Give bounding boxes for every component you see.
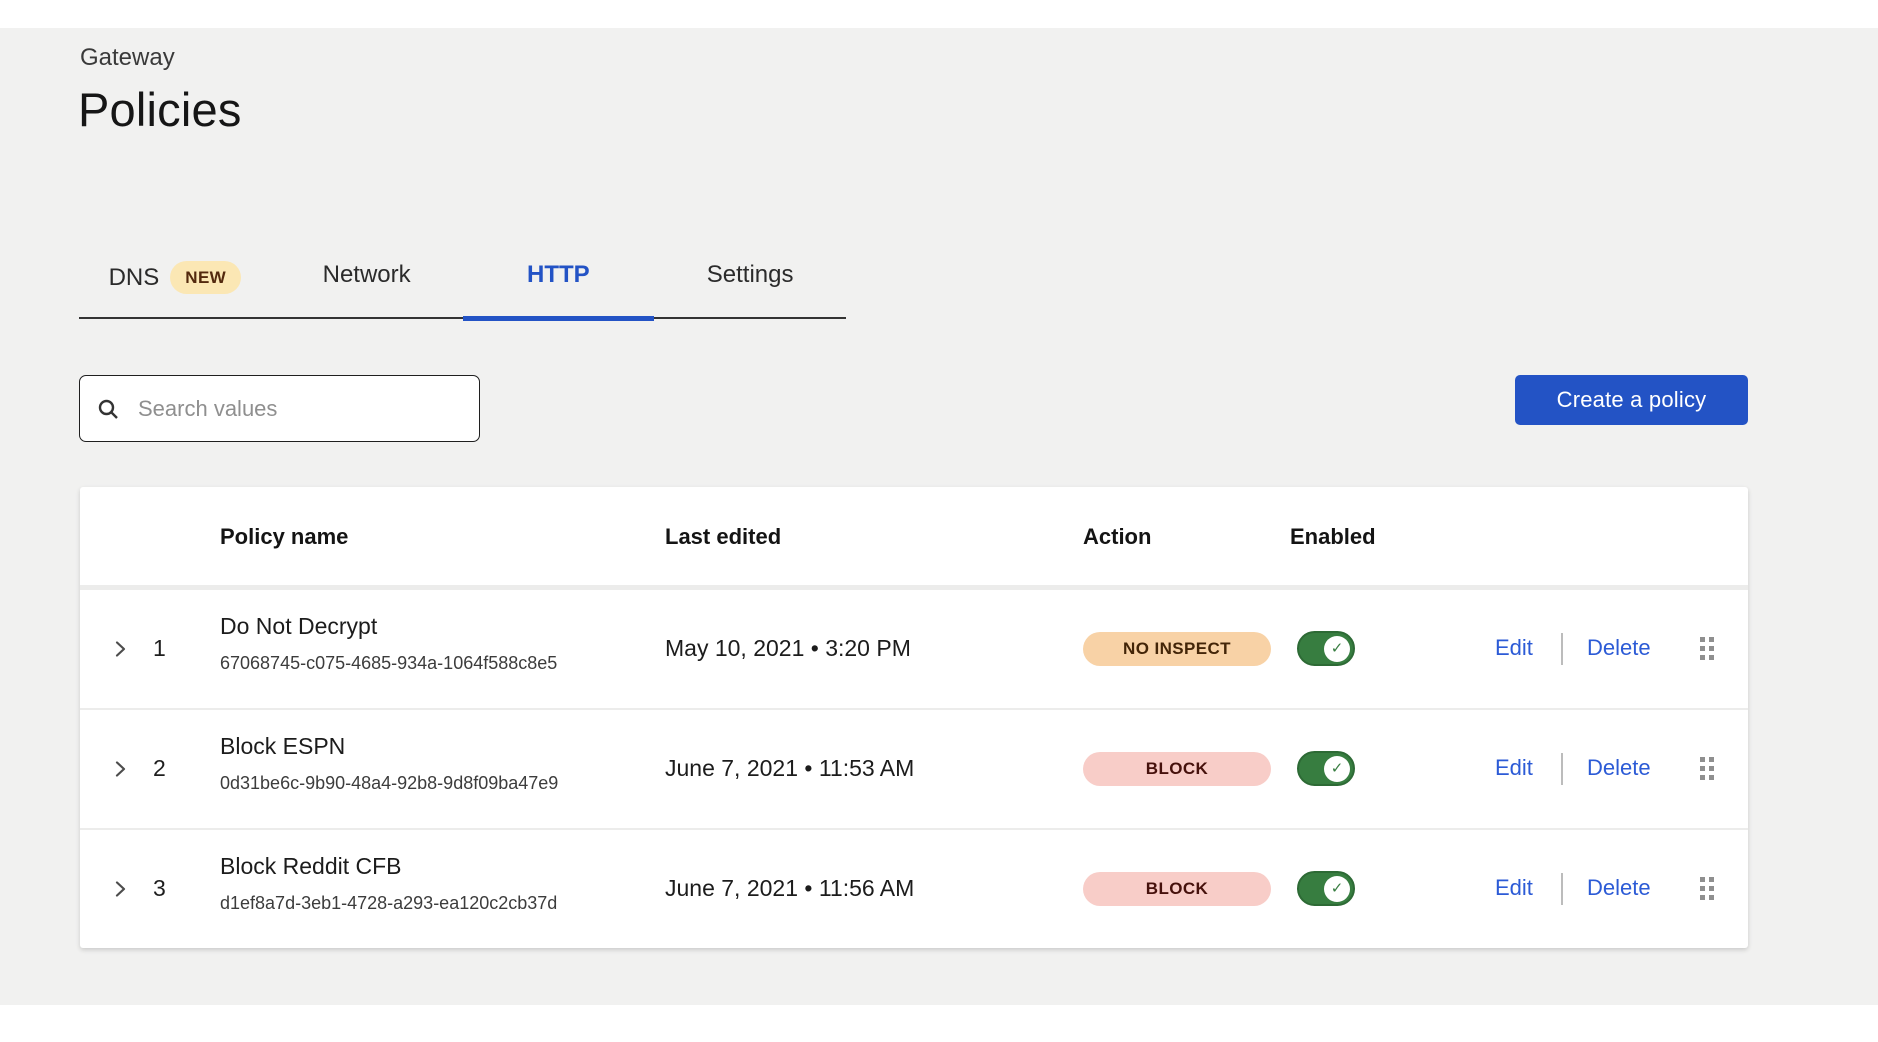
drag-handle-icon[interactable] xyxy=(1700,877,1714,900)
edit-link[interactable]: Edit xyxy=(1495,875,1533,901)
tab-dns[interactable]: DNS NEW xyxy=(79,248,271,317)
policies-table: Policy name Last edited Action Enabled 1… xyxy=(80,487,1748,948)
table-header: Policy name Last edited Action Enabled xyxy=(80,487,1748,590)
action-badge: NO INSPECT xyxy=(1083,632,1271,666)
tab-settings[interactable]: Settings xyxy=(654,248,846,317)
table-body: 1 Do Not Decrypt 67068745-c075-4685-934a… xyxy=(80,590,1748,948)
delete-link[interactable]: Delete xyxy=(1587,755,1651,781)
column-header-policy-name: Policy name xyxy=(220,524,348,550)
policy-name: Block Reddit CFB xyxy=(220,853,557,880)
search-icon xyxy=(96,397,120,421)
tab-http-label: HTTP xyxy=(527,261,590,289)
drag-handle-icon[interactable] xyxy=(1700,757,1714,780)
policy-name-cell: Block Reddit CFB d1ef8a7d-3eb1-4728-a293… xyxy=(220,853,557,914)
drag-handle-icon[interactable] xyxy=(1700,637,1714,660)
table-row: 1 Do Not Decrypt 67068745-c075-4685-934a… xyxy=(80,590,1748,710)
delete-link[interactable]: Delete xyxy=(1587,635,1651,661)
policy-uuid: 67068745-c075-4685-934a-1064f588c8e5 xyxy=(220,653,557,674)
tab-bar: DNS NEW Network HTTP Settings xyxy=(79,248,846,319)
column-header-action: Action xyxy=(1083,524,1151,550)
check-icon: ✓ xyxy=(1331,641,1344,656)
search-box[interactable] xyxy=(79,375,480,442)
policy-name-cell: Block ESPN 0d31be6c-9b90-48a4-92b8-9d8f0… xyxy=(220,733,558,794)
policy-name-cell: Do Not Decrypt 67068745-c075-4685-934a-1… xyxy=(220,613,557,674)
action-divider xyxy=(1561,633,1563,665)
action-divider xyxy=(1561,873,1563,905)
edit-link[interactable]: Edit xyxy=(1495,635,1533,661)
column-header-last-edited: Last edited xyxy=(665,524,781,550)
action-badge: BLOCK xyxy=(1083,872,1271,906)
last-edited-value: May 10, 2021 • 3:20 PM xyxy=(665,635,911,662)
table-row: 3 Block Reddit CFB d1ef8a7d-3eb1-4728-a2… xyxy=(80,830,1748,948)
expand-chevron-icon[interactable] xyxy=(110,759,130,779)
toggle-knob: ✓ xyxy=(1324,756,1350,782)
enabled-toggle[interactable]: ✓ xyxy=(1297,871,1355,906)
action-divider xyxy=(1561,753,1563,785)
page-title: Policies xyxy=(78,82,242,137)
row-priority-number: 2 xyxy=(153,755,166,782)
last-edited-value: June 7, 2021 • 11:56 AM xyxy=(665,875,914,902)
toggle-knob: ✓ xyxy=(1324,636,1350,662)
row-priority-number: 1 xyxy=(153,635,166,662)
create-policy-button[interactable]: Create a policy xyxy=(1515,375,1748,425)
enabled-toggle[interactable]: ✓ xyxy=(1297,751,1355,786)
edit-link[interactable]: Edit xyxy=(1495,755,1533,781)
check-icon: ✓ xyxy=(1331,761,1344,776)
expand-chevron-icon[interactable] xyxy=(110,639,130,659)
tab-dns-label: DNS xyxy=(109,264,160,292)
tab-network-label: Network xyxy=(323,261,411,289)
table-row: 2 Block ESPN 0d31be6c-9b90-48a4-92b8-9d8… xyxy=(80,710,1748,830)
enabled-toggle[interactable]: ✓ xyxy=(1297,631,1355,666)
tab-settings-label: Settings xyxy=(707,261,794,289)
column-header-enabled: Enabled xyxy=(1290,524,1376,550)
breadcrumb: Gateway xyxy=(80,44,175,72)
policy-uuid: 0d31be6c-9b90-48a4-92b8-9d8f09ba47e9 xyxy=(220,773,558,794)
expand-chevron-icon[interactable] xyxy=(110,879,130,899)
tab-http[interactable]: HTTP xyxy=(463,248,655,317)
tab-network[interactable]: Network xyxy=(271,248,463,317)
search-input[interactable] xyxy=(136,395,463,423)
delete-link[interactable]: Delete xyxy=(1587,875,1651,901)
last-edited-value: June 7, 2021 • 11:53 AM xyxy=(665,755,914,782)
policy-name: Do Not Decrypt xyxy=(220,613,557,640)
row-priority-number: 3 xyxy=(153,875,166,902)
policy-uuid: d1ef8a7d-3eb1-4728-a293-ea120c2cb37d xyxy=(220,893,557,914)
toggle-knob: ✓ xyxy=(1324,876,1350,902)
new-badge: NEW xyxy=(170,261,241,294)
check-icon: ✓ xyxy=(1331,881,1344,896)
policy-name: Block ESPN xyxy=(220,733,558,760)
action-badge: BLOCK xyxy=(1083,752,1271,786)
